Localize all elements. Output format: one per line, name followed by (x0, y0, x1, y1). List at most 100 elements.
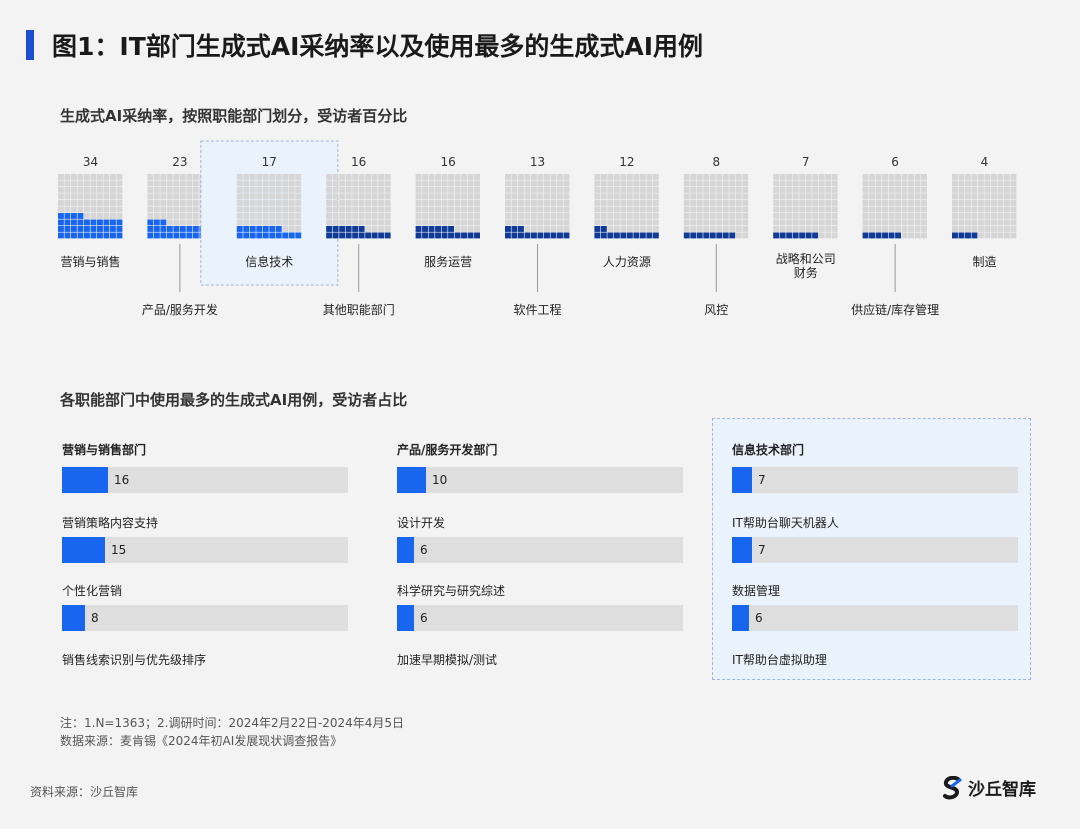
waffle-cell-empty (709, 213, 716, 219)
waffle-cell-empty (1010, 206, 1017, 213)
waffle-cell-filled (518, 226, 524, 232)
bar-fill (397, 467, 426, 493)
waffle-cell-empty (965, 174, 971, 180)
waffle-cell-empty (875, 180, 882, 187)
waffle-cell-empty (371, 226, 378, 232)
waffle-cell-filled (474, 232, 480, 239)
waffle-cell-empty (192, 193, 199, 200)
waffle-cell-empty (984, 200, 991, 206)
waffle-cell-empty (269, 200, 276, 206)
waffle-cell-empty (262, 206, 269, 213)
waffle-cell-filled (77, 219, 84, 226)
waffle-cell-empty (441, 200, 448, 206)
waffle-cell-empty (735, 200, 742, 206)
waffle-cell-empty (422, 206, 428, 213)
waffle-cell-empty (965, 180, 971, 187)
bar-fill (62, 467, 108, 493)
waffle-cell-empty (958, 219, 965, 226)
waffle-cell-empty (518, 200, 524, 206)
waffle-cell-empty (901, 180, 908, 187)
waffle-category-label: 服务运营 (424, 254, 472, 269)
waffle-cell-empty (742, 219, 749, 226)
waffle-cell-filled (64, 232, 71, 239)
waffle-cell-empty (869, 226, 875, 232)
waffle-cell-empty (84, 180, 90, 187)
waffle-cell-empty (908, 213, 914, 219)
waffle-cell-filled (683, 232, 690, 239)
waffle-cell-empty (792, 193, 799, 200)
waffle-cell-empty (818, 187, 825, 193)
waffle-cell-empty (474, 219, 480, 226)
waffle-cell-empty (441, 187, 448, 193)
waffle-cell-empty (908, 187, 914, 193)
waffle-cell-empty (173, 200, 180, 206)
waffle-cell-empty (722, 180, 729, 187)
waffle-cell-empty (378, 206, 385, 213)
waffle-cell-empty (895, 200, 901, 206)
waffle-cell-empty (531, 187, 537, 193)
waffle-cell-filled (384, 232, 391, 239)
waffle-cell-empty (722, 206, 729, 213)
waffle-cell-empty (626, 174, 633, 180)
waffle-cell-empty (639, 219, 646, 226)
waffle-cell-empty (1010, 180, 1017, 187)
waffle-cell-empty (646, 219, 653, 226)
waffle-cell-empty (269, 180, 276, 187)
waffle-cell-empty (1010, 174, 1017, 180)
waffle-cell-empty (110, 206, 116, 213)
waffle-cell-empty (518, 180, 524, 187)
waffle-cell-filled (243, 226, 250, 232)
waffle-cell-empty (646, 226, 653, 232)
waffle-cell-empty (103, 187, 110, 193)
waffle-cell-empty (997, 226, 1004, 232)
waffle-cell-empty (722, 219, 729, 226)
waffle-cell-empty (110, 187, 116, 193)
waffle-cell-empty (448, 200, 454, 206)
waffle-cell-empty (626, 213, 633, 219)
waffle-cell-empty (441, 174, 448, 180)
waffle-cell-empty (537, 174, 544, 180)
waffle-cell-filled (652, 232, 659, 239)
waffle-cell-filled (511, 226, 518, 232)
waffle-cell-empty (384, 219, 391, 226)
waffle-cell-empty (103, 200, 110, 206)
waffle-cell-empty (352, 187, 359, 193)
waffle-cell-empty (173, 219, 180, 226)
waffle-cell-empty (332, 174, 339, 180)
waffle-cell-empty (192, 200, 199, 206)
waffle-cell-empty (921, 187, 927, 193)
waffle-cell-empty (914, 226, 921, 232)
waffle-cell-empty (600, 200, 607, 206)
waffle-cell-empty (378, 213, 385, 219)
waffle-cell-empty (236, 174, 243, 180)
waffle-cell-empty (511, 200, 518, 206)
waffle-cell-filled (537, 232, 544, 239)
waffle-cell-filled (339, 232, 346, 239)
waffle-cell-empty (965, 187, 971, 193)
waffle-cell-empty (249, 200, 256, 206)
waffle-cell-empty (378, 226, 385, 232)
waffle-cell-empty (901, 193, 908, 200)
waffle-cell-empty (103, 174, 110, 180)
waffle-cell-empty (384, 213, 391, 219)
waffle-cell-empty (914, 232, 921, 239)
waffle-cell-empty (295, 219, 302, 226)
waffle-cell-empty (557, 193, 563, 200)
waffle-cell-empty (965, 213, 971, 219)
waffle-cell-filled (365, 232, 372, 239)
waffle-cell-empty (652, 219, 659, 226)
waffle-cell-empty (531, 200, 537, 206)
waffle-cell-empty (600, 206, 607, 213)
waffle-cell-empty (729, 226, 736, 232)
waffle-cell-empty (454, 174, 461, 180)
waffle-cell-empty (332, 206, 339, 213)
waffle-cell-empty (888, 174, 895, 180)
waffle-cell-filled (166, 232, 173, 239)
waffle-cell-empty (339, 219, 346, 226)
waffle-cell-empty (358, 200, 365, 206)
waffle-cell-empty (825, 180, 832, 187)
waffle-cell-empty (952, 193, 958, 200)
waffle-cell-empty (613, 193, 620, 200)
bar-value-label: 7 (758, 543, 766, 557)
waffle-cell-empty (192, 213, 199, 219)
